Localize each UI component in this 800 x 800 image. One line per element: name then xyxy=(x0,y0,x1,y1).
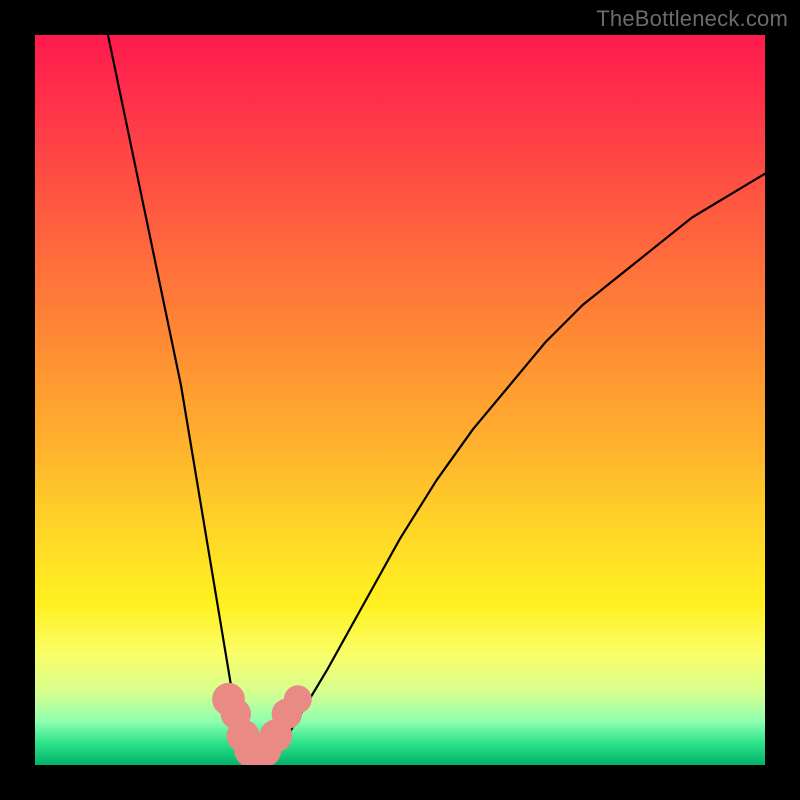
chart-frame: TheBottleneck.com xyxy=(0,0,800,800)
plot-area xyxy=(35,35,765,765)
bottleneck-curve xyxy=(108,35,765,765)
curve-markers xyxy=(212,683,312,765)
watermark-text: TheBottleneck.com xyxy=(596,6,788,32)
curve-marker xyxy=(284,685,312,713)
curve-layer xyxy=(35,35,765,765)
